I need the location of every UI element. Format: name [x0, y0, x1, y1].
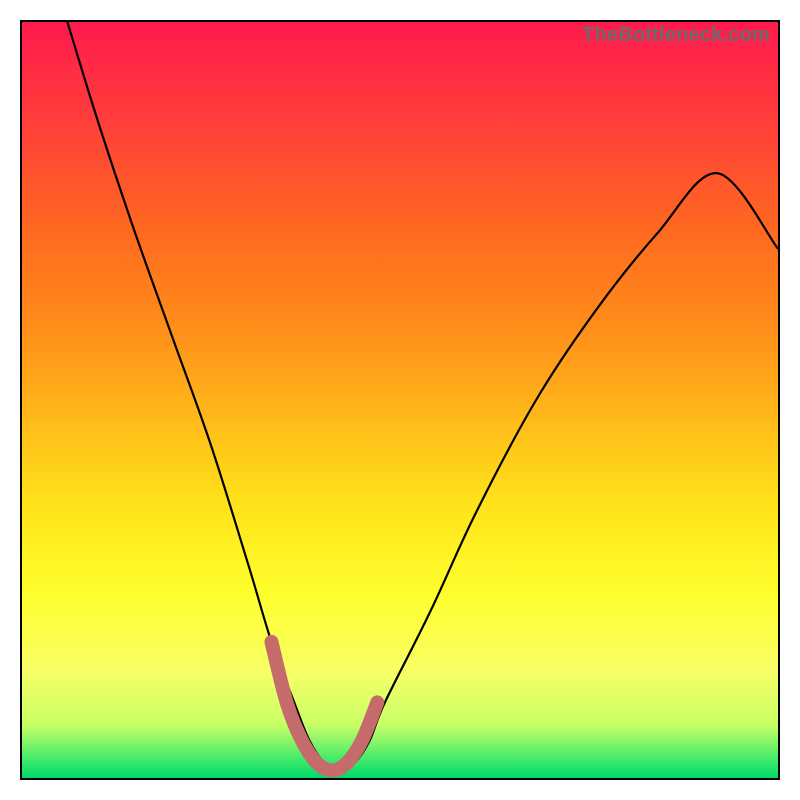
- watermark-text: TheBottleneck.com: [582, 24, 770, 47]
- valley-highlight-path: [272, 642, 378, 771]
- chart-frame: TheBottleneck.com: [20, 20, 780, 780]
- bottleneck-curve-svg: [22, 22, 778, 778]
- bottleneck-curve-path: [67, 22, 778, 770]
